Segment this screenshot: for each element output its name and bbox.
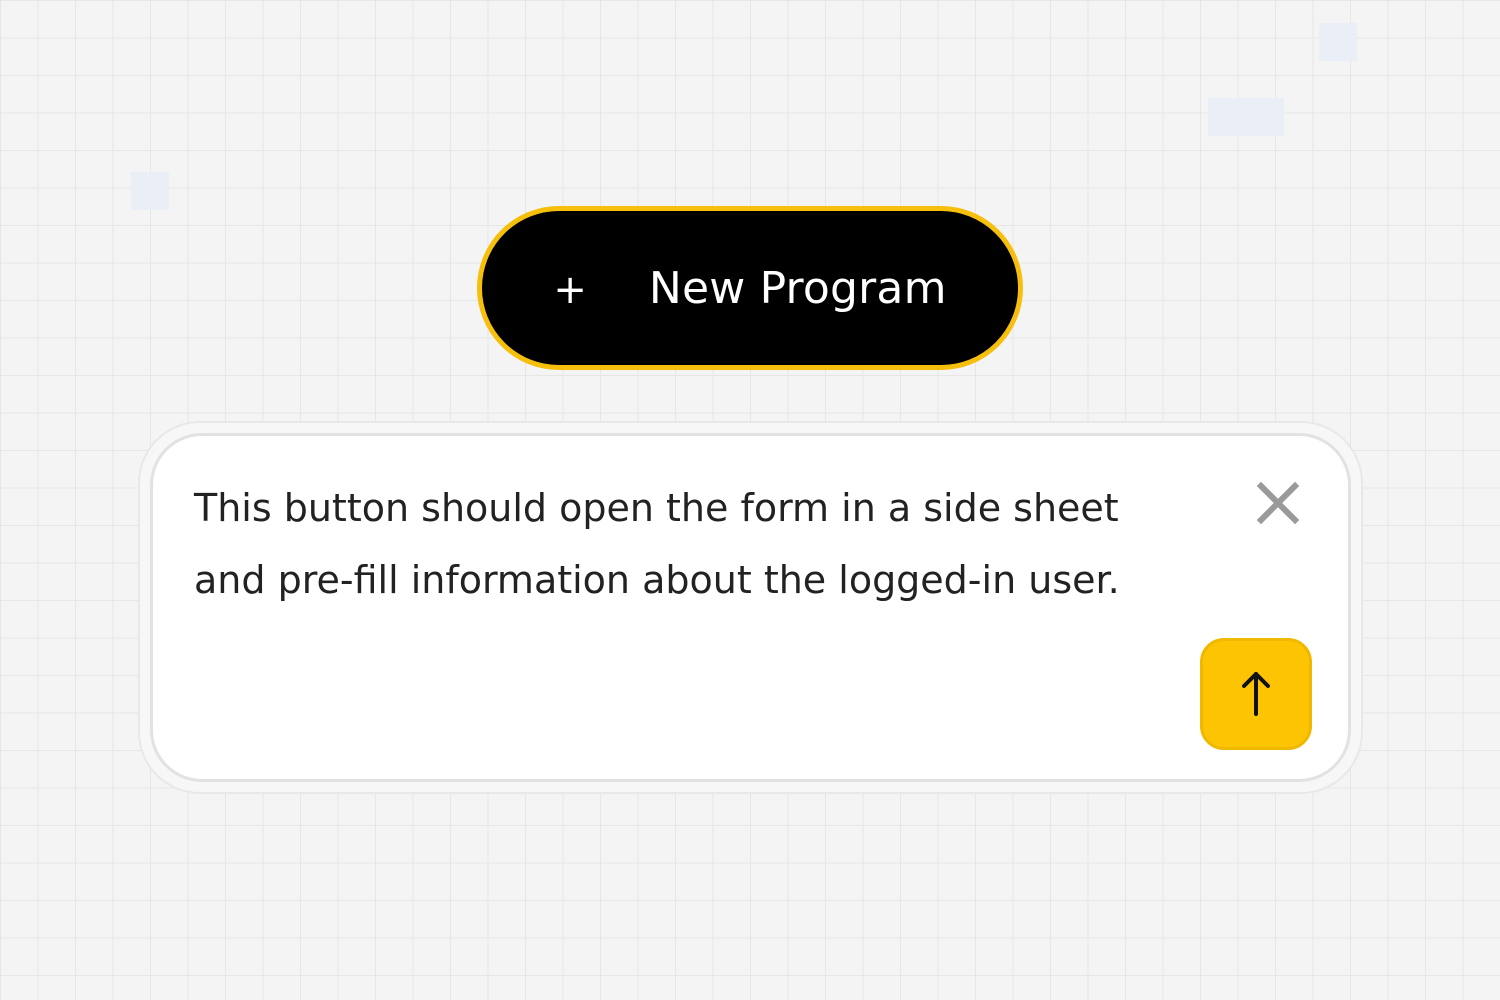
comment-input[interactable]: This button should open the form in a si… — [194, 472, 1194, 616]
close-icon[interactable] — [1255, 480, 1301, 526]
plus-icon: + — [553, 267, 587, 313]
comment-card: This button should open the form in a si… — [150, 433, 1351, 782]
background-tile — [131, 172, 169, 210]
background-tile — [1208, 98, 1284, 136]
arrow-up-icon — [1242, 672, 1270, 716]
submit-button[interactable] — [1200, 638, 1312, 750]
background-tile — [1319, 23, 1357, 61]
new-program-label: New Program — [648, 262, 947, 314]
new-program-button[interactable]: + New Program — [477, 206, 1023, 370]
